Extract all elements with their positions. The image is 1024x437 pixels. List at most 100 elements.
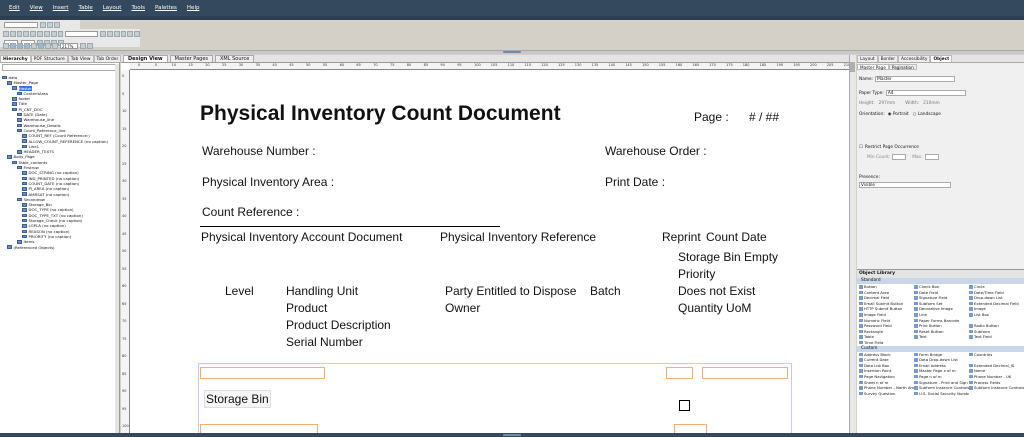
italic-icon[interactable]: [106, 30, 113, 37]
header-count-date[interactable]: Count Date: [706, 230, 767, 244]
header-owner[interactable]: Owner: [445, 301, 480, 315]
header-quantity[interactable]: Quantity UoM: [678, 301, 751, 315]
tree-node[interactable]: (Referenced Objects): [0, 245, 119, 250]
tab-border[interactable]: Border: [877, 55, 899, 62]
warehouse-number-label[interactable]: Warehouse Number :: [202, 144, 316, 158]
document-title[interactable]: Physical Inventory Count Document: [200, 102, 561, 126]
toolbar-button[interactable]: [38, 43, 44, 49]
toolbar-button[interactable]: [47, 21, 53, 28]
width-value[interactable]: 210mm: [923, 101, 940, 106]
menu-item-table[interactable]: Table: [79, 5, 93, 11]
design-canvas[interactable]: Physical Inventory Count Document Page :…: [130, 70, 849, 437]
landscape-radio[interactable]: ○ Landscape: [913, 112, 941, 117]
min-count-field[interactable]: [892, 154, 907, 160]
portrait-radio[interactable]: ◉ Portrait: [888, 112, 909, 117]
tab-design-view[interactable]: Design View: [123, 55, 168, 62]
header-not-exist[interactable]: Does not Exist: [678, 284, 755, 298]
header-party[interactable]: Party Entitled to Dispose: [445, 284, 576, 298]
toolbar-button[interactable]: [54, 21, 60, 28]
tab-pdf-structure[interactable]: PDF Structure: [30, 55, 68, 62]
print-icon[interactable]: [23, 30, 30, 37]
header-account-document[interactable]: Physical Inventory Account Document: [201, 230, 402, 244]
font-size-select[interactable]: [65, 30, 99, 37]
subtab-pagination[interactable]: Pagination: [888, 64, 917, 70]
header-batch[interactable]: Batch: [590, 284, 621, 298]
page-label[interactable]: Page :: [694, 110, 729, 124]
header-product-description[interactable]: Product Description: [286, 318, 391, 332]
paste-icon[interactable]: [43, 30, 50, 37]
header-handling-unit[interactable]: Handling Unit: [286, 284, 358, 298]
cut-icon[interactable]: [30, 30, 37, 37]
header-bin-empty[interactable]: Storage Bin Empty: [678, 250, 778, 264]
paper-type-select[interactable]: A4: [885, 90, 966, 96]
bottom-splitter-grip[interactable]: [503, 434, 521, 436]
tab-hierarchy[interactable]: Hierarchy: [0, 55, 31, 62]
header-reprint[interactable]: Reprint: [662, 230, 701, 244]
new-icon[interactable]: [3, 30, 9, 37]
name-field[interactable]: Master: [875, 76, 956, 82]
header-serial-number[interactable]: Serial Number: [286, 335, 363, 349]
object-library-item[interactable]: Time Field: [859, 340, 914, 346]
zoom-select[interactable]: 217%: [60, 43, 78, 49]
page-value[interactable]: # / ##: [749, 110, 779, 124]
toolbar-button[interactable]: [31, 43, 37, 49]
hierarchy-search-input[interactable]: [2, 64, 117, 71]
max-field[interactable]: [924, 154, 939, 160]
toolbar-button[interactable]: [45, 43, 51, 49]
object-library-item[interactable]: Survey Question: [859, 391, 914, 397]
warehouse-order-label[interactable]: Warehouse Order :: [605, 144, 707, 158]
height-value[interactable]: 297mm: [879, 101, 896, 106]
storage-bin-label[interactable]: Storage Bin: [204, 390, 271, 408]
toolbar-button[interactable]: [24, 43, 30, 49]
copy-icon[interactable]: [37, 30, 43, 37]
header-priority[interactable]: Priority: [678, 267, 715, 281]
redo-icon[interactable]: [57, 30, 64, 37]
menu-item-palettes[interactable]: Palettes: [155, 5, 177, 11]
toolbar-button[interactable]: [17, 43, 23, 49]
zoom-out-icon[interactable]: [87, 43, 93, 49]
tab-tab-order[interactable]: Tab Order: [93, 55, 122, 62]
align-icon[interactable]: [134, 30, 141, 37]
align-icon[interactable]: [127, 30, 134, 37]
open-icon[interactable]: [9, 30, 16, 37]
menu-item-layout[interactable]: Layout: [103, 5, 122, 11]
menu-item-tools[interactable]: Tools: [131, 5, 145, 11]
zoom-in-icon[interactable]: [80, 43, 86, 49]
bold-icon[interactable]: [100, 30, 106, 37]
splitter-grip[interactable]: [503, 51, 521, 53]
tab-xml-source[interactable]: XML Source: [215, 55, 255, 62]
header-product[interactable]: Product: [286, 301, 327, 315]
tab-tab-view[interactable]: Tab View: [67, 55, 94, 62]
separator-line[interactable]: [200, 226, 500, 227]
count-reference-label[interactable]: Count Reference :: [202, 205, 299, 219]
toolbar-button[interactable]: [10, 43, 16, 49]
undo-icon[interactable]: [50, 30, 57, 37]
menu-item-insert[interactable]: Insert: [53, 5, 69, 11]
header-reference[interactable]: Physical Inventory Reference: [440, 230, 596, 244]
menu-item-help[interactable]: Help: [187, 5, 200, 11]
field-placeholder[interactable]: [200, 367, 325, 379]
tab-layout[interactable]: Layout: [857, 55, 878, 62]
pi-area-label[interactable]: Physical Inventory Area :: [202, 175, 334, 189]
object-library-item[interactable]: U.S. Social Security Number: [914, 391, 969, 397]
toolbar-button[interactable]: [40, 21, 46, 28]
toolbar-button[interactable]: [3, 43, 9, 49]
font-select[interactable]: [4, 21, 38, 28]
align-icon[interactable]: [120, 30, 127, 37]
tab-object[interactable]: Object: [930, 55, 953, 62]
field-placeholder[interactable]: [702, 367, 788, 379]
print-date-label[interactable]: Print Date :: [605, 175, 665, 189]
presence-select[interactable]: Visible: [859, 182, 951, 188]
toolbar-button[interactable]: [52, 43, 58, 49]
subtab-master-page[interactable]: Master Page: [857, 64, 889, 70]
tab-accessibility[interactable]: Accessibility: [898, 55, 931, 62]
storage-check-checkbox[interactable]: [679, 400, 690, 411]
canvas-scrollbar[interactable]: [849, 55, 856, 437]
canvas-scroll-thumb[interactable]: [850, 62, 855, 72]
tab-master-pages[interactable]: Master Pages: [169, 55, 213, 62]
hierarchy-scrollbar[interactable]: [115, 64, 119, 434]
menu-item-edit[interactable]: Edit: [9, 5, 20, 11]
menu-item-view[interactable]: View: [30, 5, 43, 11]
underline-icon[interactable]: [113, 30, 120, 37]
restrict-checkbox[interactable]: ☐: [859, 145, 863, 150]
